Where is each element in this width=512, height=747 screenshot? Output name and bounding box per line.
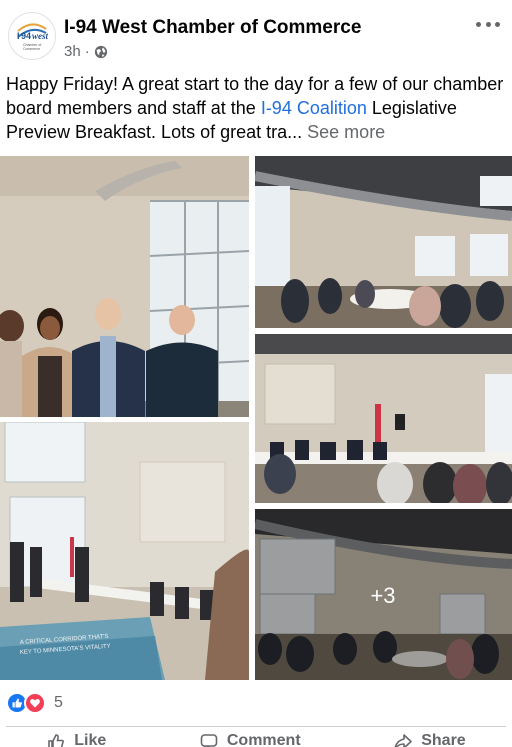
comment-button[interactable]: Comment <box>199 732 301 747</box>
meta-separator: · <box>84 43 90 60</box>
svg-text:west: west <box>32 31 49 41</box>
photo-dining-room[interactable] <box>255 156 512 328</box>
divider <box>6 726 506 727</box>
comment-icon <box>200 734 218 747</box>
post-header: I 94 west Chamber of Commerce I-94 West … <box>0 0 512 72</box>
photo-group-portrait[interactable] <box>0 156 249 417</box>
share-button[interactable]: Share <box>393 732 466 747</box>
post-meta: 3h · <box>64 43 108 60</box>
reactions-summary[interactable]: 5 <box>6 692 63 714</box>
page-name[interactable]: I-94 West Chamber of Commerce <box>64 17 361 39</box>
share-label: Share <box>421 732 466 747</box>
svg-text:Commerce: Commerce <box>23 47 40 51</box>
svg-text:I: I <box>17 31 20 41</box>
like-button[interactable]: Like <box>46 732 106 747</box>
love-icon <box>24 692 46 714</box>
svg-text:94: 94 <box>21 31 31 41</box>
coalition-link[interactable]: I-94 Coalition <box>261 98 367 118</box>
post-actions: Like Comment Share <box>0 732 512 747</box>
reaction-count: 5 <box>54 694 63 711</box>
more-photos-count: +3 <box>370 583 395 608</box>
more-options-button[interactable] <box>476 14 500 34</box>
more-horizontal-icon <box>476 21 481 27</box>
more-dot <box>485 21 491 27</box>
photo-wide-room[interactable]: +3 <box>255 509 512 680</box>
share-icon <box>394 734 413 747</box>
photo-grid: A CRITICAL CORRIDOR THAT'S KEY TO MINNES… <box>0 156 512 680</box>
thumbs-up-icon <box>48 734 65 747</box>
post-time[interactable]: 3h <box>64 43 81 60</box>
page-avatar[interactable]: I 94 west Chamber of Commerce <box>8 12 56 60</box>
like-label: Like <box>74 732 107 747</box>
more-dot <box>495 21 500 27</box>
see-more-link[interactable]: See more <box>307 122 385 142</box>
photo-booklet-room[interactable]: A CRITICAL CORRIDOR THAT'S KEY TO MINNES… <box>0 422 249 680</box>
post-caption: Happy Friday! A great start to the day f… <box>6 72 506 144</box>
chamber-logo: I 94 west Chamber of Commerce <box>10 14 54 58</box>
globe-icon[interactable] <box>94 45 108 59</box>
photo-head-table[interactable] <box>255 334 512 503</box>
comment-label: Comment <box>226 732 301 747</box>
